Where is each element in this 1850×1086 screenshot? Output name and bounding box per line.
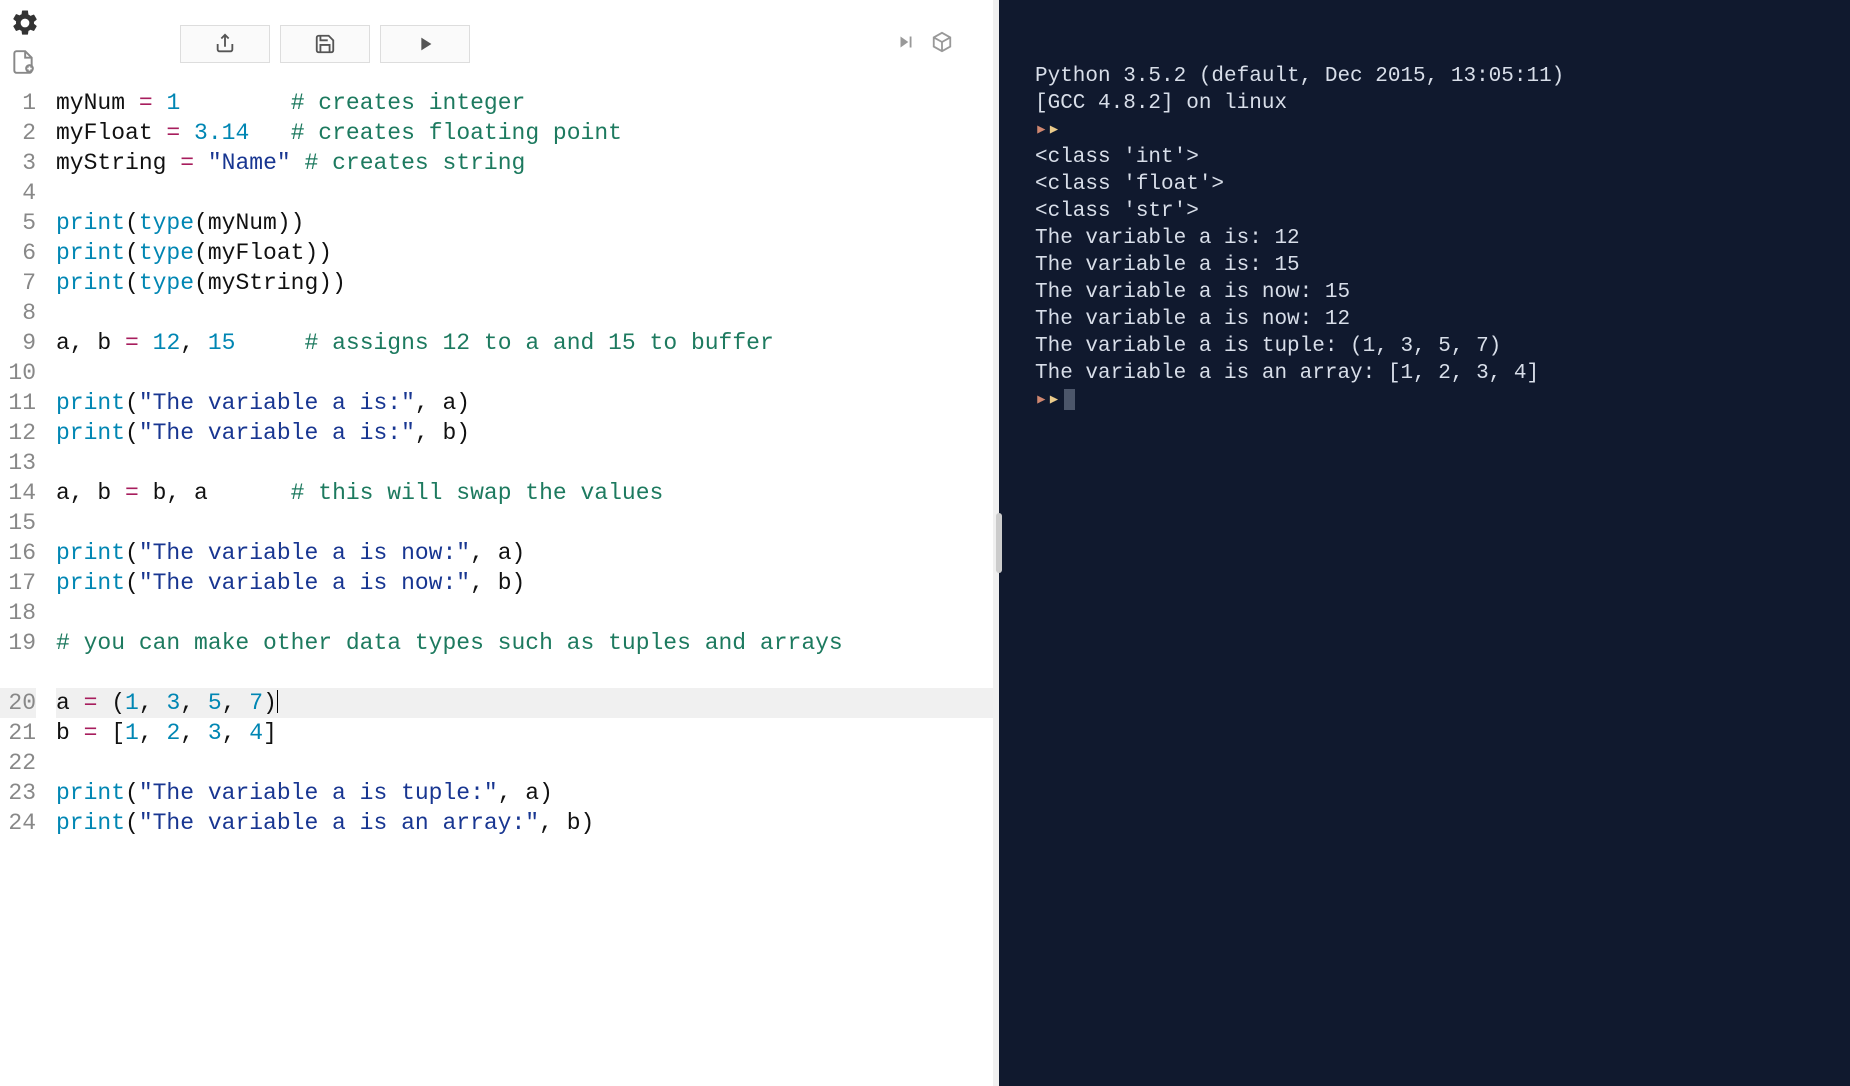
terminal-cursor <box>1064 389 1075 410</box>
prompt-icon: ▸ <box>1035 387 1048 414</box>
new-file-icon[interactable] <box>10 49 40 80</box>
terminal-pane[interactable]: Python 3.5.2 (default, Dec 2015, 13:05:1… <box>999 0 1850 1086</box>
share-button[interactable] <box>180 25 270 63</box>
code-editor[interactable]: 123456789101112131415161718192021222324 … <box>0 88 993 1086</box>
run-button[interactable] <box>380 25 470 63</box>
line-gutter: 123456789101112131415161718192021222324 <box>0 88 48 1086</box>
toolbar <box>0 0 993 88</box>
cube-icon[interactable] <box>931 31 953 58</box>
editor-pane: 123456789101112131415161718192021222324 … <box>0 0 999 1086</box>
pane-divider[interactable] <box>996 513 1002 573</box>
step-forward-icon[interactable] <box>895 31 917 58</box>
code-area[interactable]: myNum = 1 # creates integermyFloat = 3.1… <box>48 88 993 1086</box>
settings-icon[interactable] <box>10 8 40 43</box>
save-button[interactable] <box>280 25 370 63</box>
terminal-header2: [GCC 4.8.2] on linux <box>1035 92 1287 115</box>
terminal-output: <class 'int'> <class 'float'> <class 'st… <box>1035 144 1814 387</box>
terminal-header: Python 3.5.2 (default, Dec 2015, 13:05:1… <box>1035 65 1564 88</box>
prompt-icon: ▸ <box>1035 117 1048 144</box>
